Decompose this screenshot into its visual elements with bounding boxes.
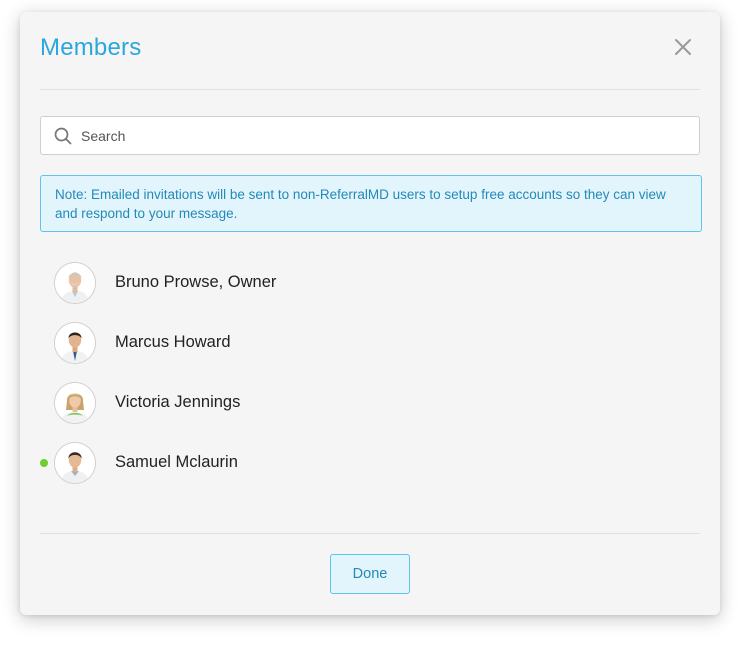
member-item-bruno-prowse[interactable]: Bruno Prowse, Owner xyxy=(40,262,700,322)
search-icon xyxy=(54,127,72,145)
avatar xyxy=(54,262,96,304)
member-name: Bruno Prowse, Owner xyxy=(115,273,277,291)
avatar-woman-icon xyxy=(55,383,95,423)
avatar-man-dark-hair-icon xyxy=(55,443,95,483)
members-modal: Members Note: Emailed invitations will b… xyxy=(20,12,720,615)
search-input[interactable] xyxy=(81,117,681,154)
member-item-samuel-mclaurin[interactable]: Samuel Mclaurin xyxy=(40,442,700,502)
member-name: Samuel Mclaurin xyxy=(115,453,238,471)
modal-title: Members xyxy=(40,34,142,61)
avatar xyxy=(54,322,96,364)
avatar xyxy=(54,442,96,484)
avatar xyxy=(54,382,96,424)
done-button[interactable]: Done xyxy=(330,554,410,594)
info-note: Note: Emailed invitations will be sent t… xyxy=(40,175,702,232)
member-item-victoria-jennings[interactable]: Victoria Jennings xyxy=(40,382,700,442)
close-button[interactable] xyxy=(672,36,694,58)
member-name: Victoria Jennings xyxy=(115,393,241,411)
modal-footer: Done xyxy=(40,533,700,616)
avatar-man-gray-hair-icon xyxy=(55,263,95,303)
online-status-dot xyxy=(40,459,48,467)
members-list: Bruno Prowse, Owner Marcus Howard Victor… xyxy=(40,262,700,502)
search-box xyxy=(40,116,700,155)
modal-header: Members xyxy=(40,12,700,90)
avatar-man-dark-hair-icon xyxy=(55,323,95,363)
member-item-marcus-howard[interactable]: Marcus Howard xyxy=(40,322,700,382)
close-icon xyxy=(675,39,691,55)
member-name: Marcus Howard xyxy=(115,333,231,351)
